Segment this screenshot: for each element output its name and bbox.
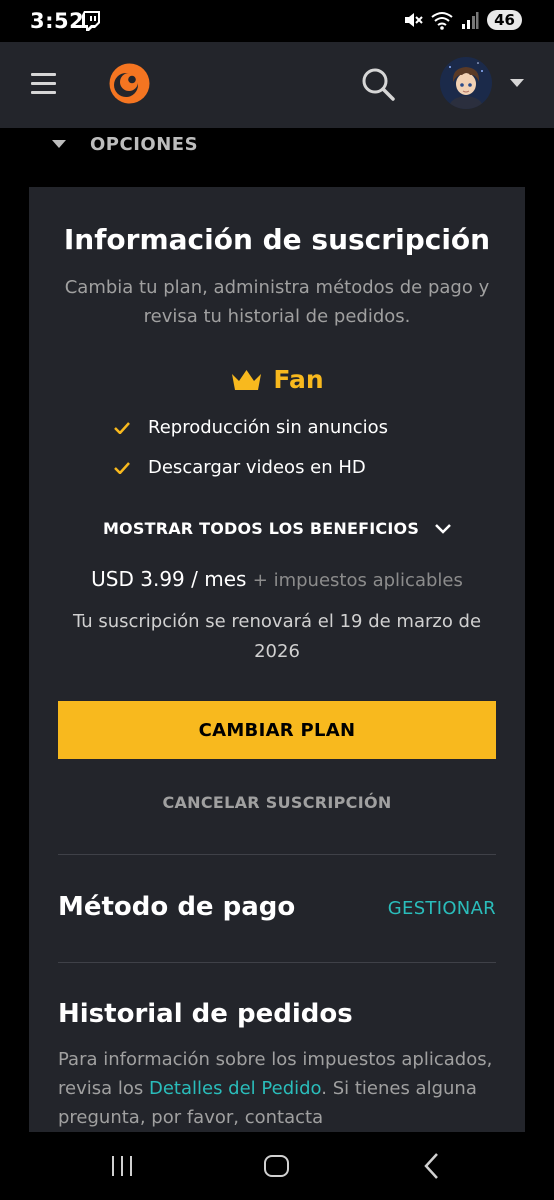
order-details-link[interactable]: Detalles del Pedido — [149, 1078, 321, 1099]
crunchyroll-logo-icon[interactable] — [109, 63, 150, 104]
plan-heading: Fan — [29, 365, 525, 394]
payment-method-title: Método de pago — [58, 892, 296, 922]
divider — [58, 962, 496, 963]
twitch-icon — [82, 11, 100, 31]
show-all-benefits-button[interactable]: MOSTRAR TODOS LOS BENEFICIOS — [29, 519, 525, 538]
manage-payment-link[interactable]: GESTIONAR — [388, 898, 496, 919]
system-nav-bar — [0, 1132, 554, 1200]
recents-icon[interactable] — [110, 1154, 134, 1178]
price-tax: + impuestos aplicables — [252, 570, 463, 591]
status-time: 3:52 — [30, 9, 85, 33]
chevron-down-icon — [435, 523, 451, 534]
order-history-text: Para información sobre los impuestos apl… — [58, 1045, 498, 1132]
chevron-down-icon[interactable] — [510, 79, 524, 87]
benefit-item: Reproducción sin anuncios — [114, 417, 388, 438]
battery-badge: 46 — [487, 10, 522, 30]
mute-icon — [405, 13, 423, 27]
caret-down-icon — [52, 140, 66, 148]
check-icon — [114, 461, 130, 474]
page-title: Información de suscripción — [63, 223, 491, 256]
status-bar: 3:52 46 — [0, 0, 554, 42]
menu-icon[interactable] — [31, 73, 56, 95]
crown-icon — [232, 369, 262, 390]
divider — [58, 854, 496, 855]
benefit-item: Descargar videos en HD — [114, 457, 366, 478]
app-header — [0, 42, 554, 128]
price-amount: USD 3.99 / mes — [91, 567, 247, 591]
wifi-icon — [431, 12, 453, 30]
subscription-subtitle: Cambia tu plan, administra métodos de pa… — [64, 277, 490, 327]
home-icon[interactable] — [264, 1155, 289, 1177]
search-icon[interactable] — [360, 66, 396, 102]
check-icon — [114, 421, 130, 434]
benefit-label: Descargar videos en HD — [148, 457, 366, 478]
subscription-card: Información de suscripción Cambia tu pla… — [29, 187, 525, 1132]
cancel-subscription-button[interactable]: CANCELAR SUSCRIPCIÓN — [29, 793, 525, 812]
options-toggle[interactable]: OPCIONES — [52, 132, 198, 156]
back-icon[interactable] — [422, 1152, 442, 1180]
avatar[interactable] — [440, 57, 492, 109]
benefit-label: Reproducción sin anuncios — [148, 417, 389, 438]
price-line: USD 3.99 / mes + impuestos aplicables — [29, 567, 525, 591]
signal-icon — [462, 12, 479, 29]
renewal-text: Tu suscripción se renovará el 19 de marz… — [72, 611, 482, 662]
change-plan-button[interactable]: CAMBIAR PLAN — [58, 701, 496, 759]
show-all-benefits-label: MOSTRAR TODOS LOS BENEFICIOS — [102, 519, 420, 538]
order-history-title: Historial de pedidos — [58, 999, 353, 1029]
plan-name: Fan — [273, 365, 324, 394]
options-label: OPCIONES — [90, 133, 199, 155]
